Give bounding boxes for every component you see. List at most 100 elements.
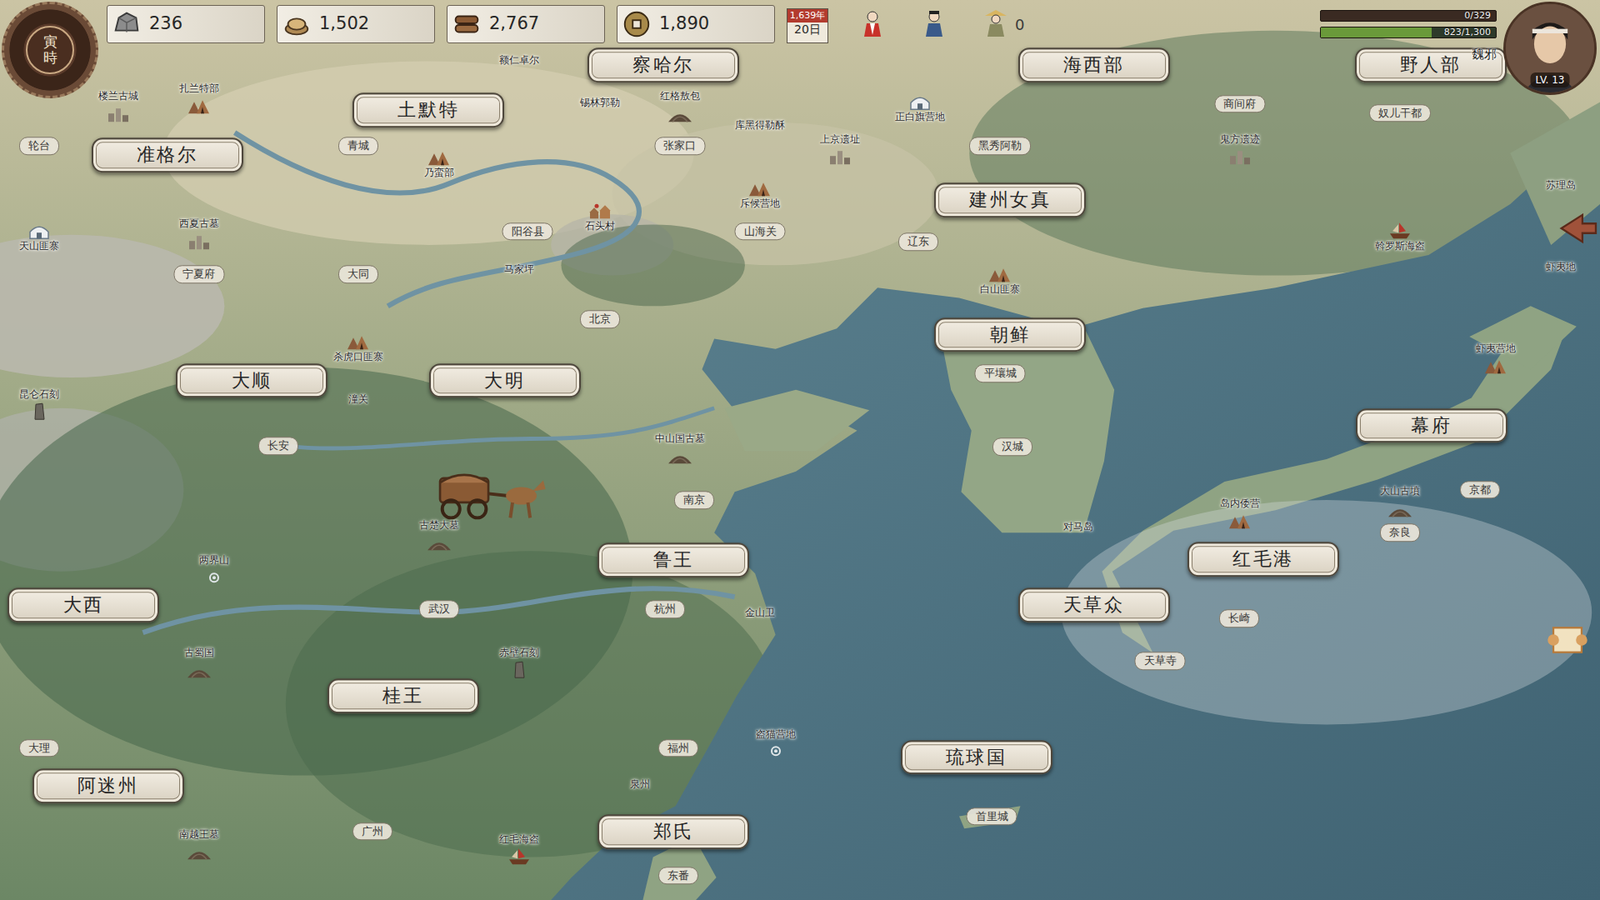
map-site[interactable]: 库黑得勒酥 — [735, 119, 785, 133]
site-label[interactable]: 盗猫营地 — [755, 728, 796, 742]
map-site[interactable]: 两界山 — [199, 555, 230, 569]
ruins-icon[interactable] — [186, 230, 212, 251]
city-label[interactable]: 平壤城 — [975, 364, 1026, 383]
site-label[interactable]: 昆仑石刻 — [19, 388, 60, 402]
map-site[interactable]: 西夏古墓 — [179, 218, 220, 232]
city-label[interactable]: 商间府 — [1214, 95, 1265, 114]
faction-banner[interactable]: 阿迷州 — [32, 768, 185, 804]
city-label[interactable]: 长安 — [258, 436, 299, 455]
city-label[interactable]: 山海关 — [735, 222, 786, 241]
city-label[interactable]: 京都 — [1460, 480, 1500, 500]
map-site[interactable]: 潼关 — [348, 393, 369, 407]
site-label[interactable]: 对马岛 — [1063, 520, 1094, 535]
city-label[interactable]: 黑秀阿勒 — [969, 136, 1031, 155]
village-icon[interactable] — [587, 200, 613, 220]
faction-banner[interactable]: 天草众 — [1018, 587, 1170, 623]
city-label[interactable]: 武汉 — [419, 600, 460, 619]
site-label[interactable]: 斥候营地 — [740, 197, 780, 211]
map-site[interactable]: 虾夷营地 — [1475, 342, 1516, 356]
map-site[interactable]: 对马岛 — [1063, 520, 1094, 535]
scroll-icon[interactable] — [1545, 620, 1590, 660]
city-label[interactable]: 奈良 — [1380, 523, 1420, 542]
party-member-icon[interactable] — [860, 10, 885, 39]
map-site[interactable]: 岛内倭营 — [1220, 497, 1260, 511]
map-site[interactable]: 额仁卓尔 — [499, 55, 540, 69]
map-site[interactable]: 鬼方遗迹 — [1220, 133, 1260, 147]
city-label[interactable]: 大同 — [338, 265, 379, 285]
mound-icon[interactable] — [1387, 498, 1413, 519]
site-label[interactable]: 鬼方遗迹 — [1220, 133, 1260, 147]
site-label[interactable]: 杀虎口匪寨 — [333, 350, 384, 365]
site-label[interactable]: 赤壁石刻 — [499, 646, 540, 660]
map-site[interactable]: 昆仑石刻 — [19, 388, 60, 402]
site-label[interactable]: 虾夷地 — [1545, 260, 1576, 275]
faction-banner[interactable]: 幕府 — [1355, 408, 1508, 444]
city-label[interactable]: 北京 — [580, 310, 620, 330]
site-label[interactable]: 马家坪 — [504, 264, 535, 278]
site-label[interactable]: 红格敖包 — [660, 90, 700, 105]
map-site[interactable]: 南越王墓 — [179, 828, 220, 842]
site-label[interactable]: 额仁卓尔 — [499, 55, 540, 69]
map-site[interactable]: 正白旗营地 — [895, 110, 945, 125]
site-label[interactable]: 扎兰特部 — [179, 82, 220, 96]
site-label[interactable]: 乃蛮部 — [424, 166, 455, 180]
map-site[interactable]: 斥候营地 — [740, 197, 780, 211]
site-label[interactable]: 两界山 — [199, 555, 230, 569]
site-label[interactable]: 岛内倭营 — [1220, 497, 1260, 511]
map-site[interactable]: 泉州 — [630, 778, 650, 792]
city-label[interactable]: 东番 — [658, 866, 699, 885]
stone-icon[interactable] — [26, 401, 52, 422]
point-icon[interactable] — [201, 567, 227, 588]
map-site[interactable]: 楼兰古城 — [98, 90, 139, 105]
party-member-icon[interactable] — [983, 10, 1009, 39]
site-label[interactable]: 上京遗址 — [820, 133, 860, 147]
site-label[interactable]: 古蜀国 — [184, 646, 215, 660]
city-label[interactable]: 杭州 — [645, 600, 685, 619]
map-site[interactable]: 石头村 — [585, 220, 615, 234]
mound-icon[interactable] — [426, 531, 452, 552]
map-site[interactable]: 虾夷地 — [1545, 260, 1576, 275]
map-site[interactable]: 红毛海盗 — [499, 833, 540, 847]
site-label[interactable]: 红毛海盗 — [499, 833, 540, 847]
faction-banner[interactable]: 琉球国 — [900, 740, 1053, 775]
faction-banner[interactable]: 大顺 — [175, 363, 328, 399]
camp-icon[interactable] — [426, 146, 452, 167]
city-label[interactable]: 奴儿干都 — [1369, 104, 1431, 123]
map-site[interactable]: 斡罗斯海盗 — [1375, 240, 1425, 255]
ruins-icon[interactable] — [1227, 146, 1253, 167]
party-member-icon[interactable] — [921, 10, 947, 39]
map-site[interactable]: 古楚大墓 — [419, 519, 460, 533]
site-label[interactable]: 南越王墓 — [179, 828, 220, 842]
faction-banner[interactable]: 海西部 — [1018, 48, 1170, 84]
stone-icon[interactable] — [506, 659, 532, 680]
camp-icon[interactable] — [1483, 355, 1509, 376]
faction-banner[interactable]: 建州女真 — [934, 182, 1086, 218]
map-site[interactable]: 赤壁石刻 — [499, 646, 540, 660]
mound-icon[interactable] — [667, 103, 693, 124]
ruins-icon[interactable] — [827, 146, 853, 167]
city-label[interactable]: 天草寺 — [1135, 652, 1186, 671]
city-label[interactable]: 长崎 — [1219, 609, 1260, 628]
faction-banner[interactable]: 大明 — [429, 363, 581, 399]
faction-banner[interactable]: 郑氏 — [597, 814, 750, 850]
mound-icon[interactable] — [667, 445, 693, 465]
faction-banner[interactable]: 准格尔 — [91, 137, 244, 173]
caravan-icon[interactable] — [433, 471, 550, 520]
mound-icon[interactable] — [186, 840, 212, 861]
map-site[interactable]: 马家坪 — [504, 264, 535, 278]
faction-banner[interactable]: 桂王 — [327, 678, 480, 714]
ship-icon[interactable] — [506, 846, 532, 867]
city-label[interactable]: 福州 — [658, 739, 699, 758]
city-label[interactable]: 汉城 — [992, 438, 1033, 457]
faction-banner[interactable]: 朝鲜 — [934, 317, 1086, 353]
camp-icon[interactable] — [1227, 510, 1253, 531]
site-label[interactable]: 天山匪寨 — [19, 240, 60, 255]
site-label[interactable]: 斡罗斯海盗 — [1375, 240, 1425, 255]
site-label[interactable]: 苏理岛 — [1545, 179, 1576, 193]
map-site[interactable]: 白山匪寨 — [980, 283, 1020, 297]
map-site[interactable]: 盗猫营地 — [755, 728, 796, 742]
site-label[interactable]: 古楚大墓 — [419, 519, 460, 533]
city-label[interactable]: 首里城 — [966, 807, 1018, 826]
site-label[interactable]: 锡林郭勒 — [580, 96, 620, 110]
map-background[interactable] — [0, 0, 1600, 900]
